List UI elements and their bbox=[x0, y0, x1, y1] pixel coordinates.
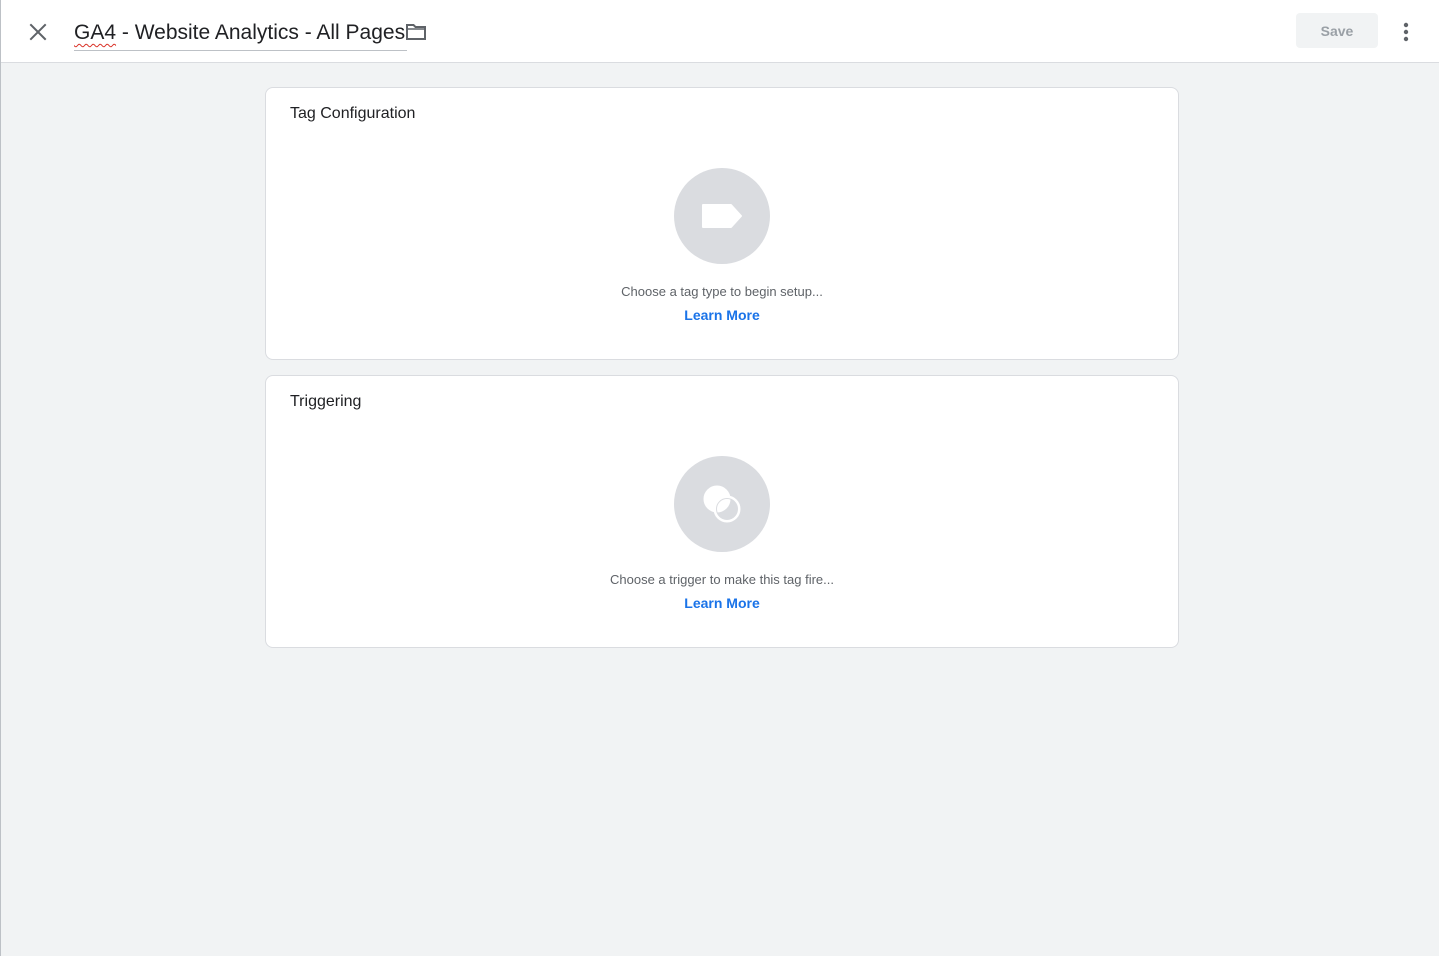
editor-header: GA4 - Website Analytics - All Pages Save bbox=[1, 0, 1439, 63]
tag-name-rest: - Website Analytics - All Pages bbox=[116, 21, 406, 44]
trigger-learn-more-wrap: Learn More bbox=[266, 595, 1178, 611]
triggering-title: Triggering bbox=[290, 393, 362, 410]
more-vert-icon bbox=[1403, 22, 1409, 42]
choose-trigger-button[interactable] bbox=[674, 456, 770, 552]
folder-button[interactable] bbox=[403, 20, 429, 44]
choose-tag-type-button[interactable] bbox=[674, 168, 770, 264]
trigger-hint: Choose a trigger to make this tag fire..… bbox=[610, 572, 834, 587]
tag-name-field[interactable]: GA4 - Website Analytics - All Pages bbox=[74, 16, 408, 51]
trigger-learn-more-link[interactable]: Learn More bbox=[684, 595, 759, 611]
tag-type-hint: Choose a tag type to begin setup... bbox=[621, 284, 823, 299]
more-options-button[interactable] bbox=[1393, 17, 1419, 47]
tag-icon bbox=[702, 204, 742, 228]
tag-editor: GA4 - Website Analytics - All Pages Save… bbox=[0, 0, 1439, 956]
save-button[interactable]: Save bbox=[1296, 13, 1378, 48]
close-button[interactable] bbox=[23, 17, 53, 47]
trigger-icon bbox=[703, 485, 741, 523]
triggering-card[interactable]: Triggering Choose a trigger to make this… bbox=[265, 375, 1179, 648]
tag-name-input[interactable]: GA4 - Website Analytics - All Pages bbox=[74, 18, 407, 48]
tag-configuration-card[interactable]: Tag Configuration Choose a tag type to b… bbox=[265, 87, 1179, 360]
close-icon bbox=[29, 23, 47, 41]
tag-name-first-word: GA4 bbox=[74, 21, 117, 44]
folder-icon bbox=[406, 24, 426, 40]
tag-learn-more-link[interactable]: Learn More bbox=[684, 307, 759, 323]
tag-configuration-title: Tag Configuration bbox=[290, 105, 416, 122]
tag-learn-more-wrap: Learn More bbox=[266, 307, 1178, 323]
